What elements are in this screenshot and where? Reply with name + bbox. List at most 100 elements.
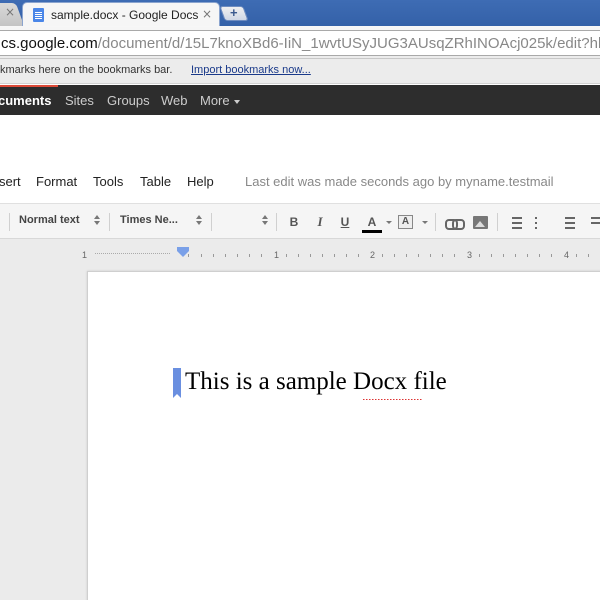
ruler-label: 1: [82, 250, 88, 260]
ruler-tick: [249, 254, 250, 257]
ruler-tick: [442, 254, 443, 257]
google-bar-groups[interactable]: Groups: [107, 93, 150, 108]
text-color-swatch: [362, 230, 382, 233]
ruler-tick: [406, 254, 407, 257]
last-edit-status[interactable]: Last edit was made seconds ago by myname…: [245, 174, 554, 189]
ruler-tick: [394, 254, 395, 257]
ruler-tick: [527, 254, 528, 257]
docs-favicon-icon: [33, 8, 44, 22]
italic-button[interactable]: I: [313, 213, 327, 231]
cursor-marker-icon: [173, 368, 181, 398]
tab-title: sample.docx - Google Docs: [51, 8, 199, 22]
font-size-updown-icon[interactable]: [262, 215, 268, 227]
chevron-down-icon[interactable]: [422, 221, 428, 224]
link-icon[interactable]: [445, 219, 465, 230]
formatting-toolbar: Normal text Times Ne... B I U A A: [0, 203, 600, 239]
indent-icon[interactable]: [587, 216, 600, 229]
ruler-label: 2: [370, 250, 376, 260]
ruler-tick: [503, 254, 504, 257]
toolbar-divider: [497, 213, 498, 231]
toolbar-divider: [109, 213, 110, 231]
google-bar-documents[interactable]: cuments: [0, 93, 51, 108]
google-bar-web[interactable]: Web: [161, 93, 188, 108]
document-text-end: file: [407, 368, 447, 395]
google-bar: cuments Sites Groups Web More: [0, 85, 600, 115]
ruler-tick: [382, 254, 383, 257]
menu-format[interactable]: Format: [36, 174, 77, 189]
ruler-tick: [539, 254, 540, 257]
url-domain: cs.google.com: [1, 35, 98, 52]
new-tab-button[interactable]: +: [219, 5, 249, 21]
docs-header: sert Format Tools Table Help Last edit w…: [0, 115, 600, 203]
toolbar-divider: [435, 213, 436, 231]
font-family-select[interactable]: Times Ne...: [120, 214, 178, 226]
updown-icon[interactable]: [196, 215, 202, 227]
google-bar-more[interactable]: More: [200, 93, 240, 108]
bookmarks-hint: kmarks here on the bookmarks bar.: [0, 64, 173, 76]
ruler-tick: [322, 254, 323, 257]
ruler-tick: [310, 254, 311, 257]
ruler-tick: [237, 254, 238, 257]
ruler-tick: [225, 254, 226, 257]
browser-tabstrip: × sample.docx - Google Docs × +: [0, 0, 600, 26]
import-bookmarks-link[interactable]: Import bookmarks now...: [191, 64, 311, 76]
paragraph-style-select[interactable]: Normal text: [19, 214, 80, 226]
bold-button[interactable]: B: [287, 213, 301, 231]
image-icon[interactable]: [473, 216, 488, 229]
ruler-tick: [213, 254, 214, 257]
document-body-text[interactable]: This is a sample Docx file: [185, 368, 447, 396]
ruler-tick: [286, 254, 287, 257]
text-color-glyph: A: [367, 215, 377, 229]
menu-insert[interactable]: sert: [0, 174, 21, 189]
ruler-tick: [358, 254, 359, 257]
url-input[interactable]: cs.google.com/document/d/15L7knoXBd6-IiN…: [0, 30, 600, 56]
document-text-start: This is a sample: [185, 368, 354, 395]
ruler[interactable]: 1 2 3 4: [88, 247, 600, 263]
chevron-down-icon[interactable]: [386, 221, 392, 224]
underline-button[interactable]: U: [338, 213, 352, 231]
outdent-icon[interactable]: [561, 216, 575, 229]
ruler-tick: [576, 254, 577, 257]
url-text: cs.google.com/document/d/15L7knoXBd6-IiN…: [1, 35, 600, 52]
ruler-tick: [430, 254, 431, 257]
url-path: /document/d/15L7knoXBd6-IiN_1wvtUSyJUG3A…: [97, 35, 600, 52]
ruler-label: 1: [274, 250, 280, 260]
ruler-tick: [298, 254, 299, 257]
ruler-tick: [479, 254, 480, 257]
address-bar: cs.google.com/document/d/15L7knoXBd6-IiN…: [0, 26, 600, 59]
updown-icon[interactable]: [94, 215, 100, 227]
bulleted-list-icon[interactable]: [535, 216, 549, 229]
menu-tools[interactable]: Tools: [93, 174, 123, 189]
numbered-list-icon[interactable]: [508, 216, 522, 229]
ruler-tick: [491, 254, 492, 257]
tab-active-docs[interactable]: sample.docx - Google Docs ×: [22, 2, 220, 26]
highlight-color-button[interactable]: A: [398, 215, 413, 229]
document-page[interactable]: This is a sample Docx file: [87, 271, 600, 600]
active-accent: [0, 85, 58, 87]
ruler-tick: [515, 254, 516, 257]
menu-help[interactable]: Help: [187, 174, 214, 189]
ruler-tick: [201, 254, 202, 257]
ruler-tick: [346, 254, 347, 257]
ruler-tick: [454, 254, 455, 257]
bookmarks-bar: kmarks here on the bookmarks bar. Import…: [0, 59, 600, 84]
ruler-tick: [588, 254, 589, 257]
ruler-tick: [551, 254, 552, 257]
close-icon[interactable]: ×: [202, 7, 212, 21]
toolbar-divider: [9, 213, 10, 231]
google-bar-sites[interactable]: Sites: [65, 93, 94, 108]
misspelled-word[interactable]: Docx: [353, 368, 407, 395]
menu-table[interactable]: Table: [140, 174, 171, 189]
toolbar-divider: [276, 213, 277, 231]
toolbar-divider: [211, 213, 212, 231]
ruler-tick: [334, 254, 335, 257]
close-icon[interactable]: ×: [5, 5, 15, 19]
ruler-label: 3: [467, 250, 473, 260]
ruler-tick: [188, 254, 189, 257]
text-color-button[interactable]: A: [362, 213, 382, 233]
ruler-tick: [261, 254, 262, 257]
new-tab-icon: +: [230, 5, 238, 20]
spellcheck-underline: [363, 399, 423, 401]
document-canvas: 1 1 2 3 4 This is a sample Docx file: [0, 239, 600, 600]
ruler-label: 4: [564, 250, 570, 260]
